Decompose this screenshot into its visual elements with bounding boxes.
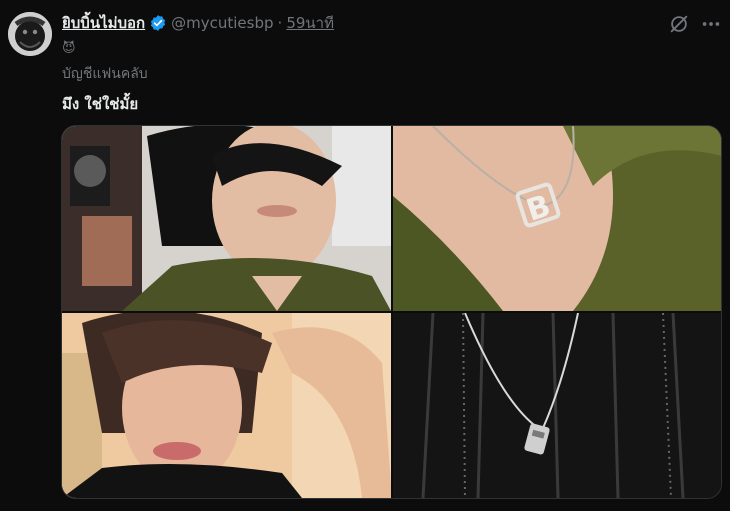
tweet-text: มึง ใช่ใช่มั้ย (62, 95, 139, 113)
avatar-image (8, 12, 52, 56)
verified-icon (149, 14, 167, 32)
badge-emoji: 😈 (62, 41, 76, 56)
fan-account-label: บัญชีแฟนคลับ (62, 66, 148, 82)
media-grid: B (61, 125, 722, 499)
grok-icon[interactable] (668, 13, 690, 35)
photo-bottom-right[interactable] (393, 313, 721, 498)
tweet-header: ยิบบิ้นไม่บอก @mycutiesbp · 59นาที (62, 12, 334, 34)
more-icon[interactable] (700, 13, 722, 35)
user-handle[interactable]: @mycutiesbp (171, 14, 273, 32)
photo-top-left[interactable] (62, 126, 391, 311)
photo-bottom-left[interactable] (62, 313, 391, 498)
avatar[interactable] (8, 12, 52, 56)
photo-top-right[interactable]: B (393, 126, 721, 311)
display-name[interactable]: ยิบบิ้นไม่บอก (62, 11, 145, 35)
timestamp[interactable]: 59นาที (286, 11, 334, 35)
separator: · (277, 14, 283, 32)
